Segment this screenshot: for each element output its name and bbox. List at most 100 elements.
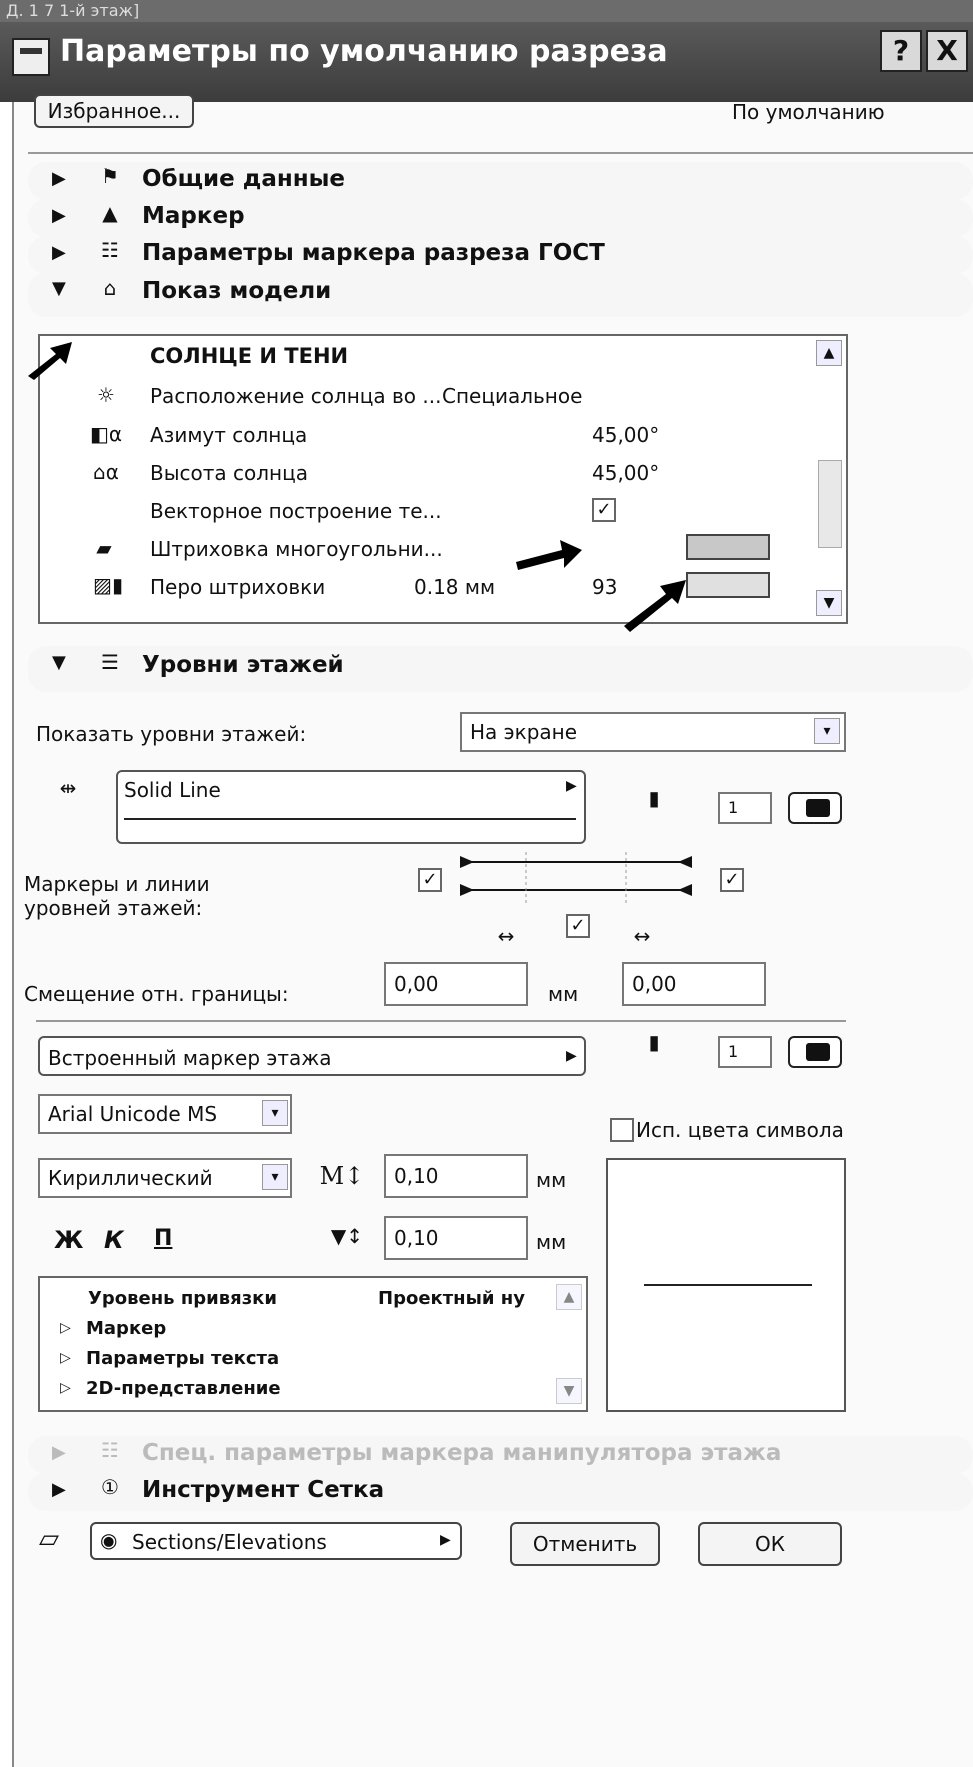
italic-button[interactable]: К — [104, 1226, 124, 1254]
expand-arrow-icon[interactable]: ▶ — [52, 242, 66, 263]
table-row-value: 0.18 мм — [414, 575, 496, 599]
right-extension-icon: ↔ — [633, 924, 651, 948]
font-select[interactable]: Arial Unicode MS — [38, 1094, 292, 1134]
scroll-up-button[interactable]: ▲ — [816, 340, 842, 366]
underline-button[interactable]: П — [154, 1226, 172, 1251]
section-model-label: Показ модели — [142, 278, 332, 304]
text-size-icon: M↕ — [319, 1162, 365, 1190]
offset-right-field[interactable]: 0,00 — [622, 962, 766, 1006]
cancel-button[interactable]: Отменить — [510, 1522, 660, 1566]
story-levels-icon: ☰ — [101, 650, 119, 674]
pen-number-field[interactable]: 1 — [718, 792, 772, 824]
gost-marker-icon: ☷ — [101, 238, 119, 262]
level-markers-preview-icon — [460, 852, 692, 906]
section-marker-label: Маркер — [142, 203, 245, 229]
right-marker-checkbox[interactable]: ✓ — [720, 868, 744, 892]
bold-button[interactable]: Ж — [54, 1226, 83, 1254]
fill-color-swatch[interactable] — [686, 534, 770, 560]
pen-number-field[interactable]: 1 — [718, 1036, 772, 1068]
scroll-up-button[interactable]: ▲ — [556, 1284, 582, 1310]
close-button[interactable]: X — [926, 30, 968, 72]
tree-item[interactable]: 2D-представление — [86, 1378, 281, 1399]
model-display-icon: ⌂ — [103, 276, 117, 300]
section-gost-label: Параметры маркера разреза ГОСТ — [142, 240, 605, 266]
pen-weight-button[interactable] — [788, 1036, 842, 1068]
show-levels-select[interactable]: На экране — [460, 712, 846, 752]
layer-value: Sections/Elevations — [132, 1530, 327, 1554]
script-select[interactable]: Кириллический — [38, 1158, 292, 1198]
divider — [36, 1020, 846, 1022]
collapse-arrow-icon[interactable]: ▼ — [52, 652, 66, 673]
scroll-thumb[interactable] — [818, 460, 842, 548]
show-levels-value: На экране — [470, 720, 578, 744]
fill-pen-icon: ▨▮ — [93, 573, 123, 597]
azimuth-icon: ◧α — [89, 422, 123, 446]
scroll-down-button[interactable]: ▼ — [556, 1378, 582, 1404]
table-row-value[interactable]: Специальное — [442, 384, 582, 408]
table-row-label: Азимут солнца — [150, 423, 308, 447]
pen-color-swatch[interactable] — [686, 572, 770, 598]
markers-lines-label-2: уровней этажей: — [24, 896, 203, 920]
table-row-label: Перо штриховки — [150, 575, 326, 599]
pointer-arrow-icon — [28, 342, 72, 380]
table-row-label: Расположение солнца во ... — [150, 384, 442, 408]
chevron-down-icon[interactable]: ▾ — [262, 1164, 288, 1190]
collapse-arrow-icon[interactable]: ▼ — [52, 278, 66, 299]
vector-shadow-checkbox[interactable]: ✓ — [592, 498, 616, 522]
tree-item[interactable]: Маркер — [86, 1318, 166, 1339]
tree-expand-icon[interactable]: ▷ — [60, 1380, 71, 1396]
tree-item[interactable]: Параметры текста — [86, 1348, 279, 1369]
table-row-value[interactable]: 45,00° — [592, 423, 659, 447]
pen-weight-button[interactable] — [788, 792, 842, 824]
table-row-label: Высота солнца — [150, 461, 308, 485]
chevron-right-icon: ▶ — [566, 778, 577, 794]
ok-button[interactable]: ОК — [698, 1522, 842, 1566]
table-row-value[interactable]: 45,00° — [592, 461, 659, 485]
preview-line — [644, 1284, 812, 1286]
use-symbol-colors-checkbox[interactable] — [610, 1118, 634, 1142]
offset-unit: мм — [548, 982, 579, 1006]
sun-icon: ☼ — [97, 383, 115, 407]
expand-arrow-icon[interactable]: ▶ — [52, 1442, 66, 1463]
pointer-arrow-icon — [516, 540, 582, 570]
background-window-strip: Д. 1 7 1-й этаж] — [0, 0, 973, 22]
pen-icon: ▮ — [648, 1030, 660, 1054]
tree-expand-icon[interactable]: ▷ — [60, 1320, 71, 1336]
chevron-down-icon[interactable]: ▾ — [262, 1100, 288, 1126]
dialog-title: Параметры по умолчанию разреза — [60, 34, 668, 69]
table-group-header: СОЛНЦЕ И ТЕНИ — [150, 344, 349, 368]
unit-label: мм — [536, 1230, 567, 1254]
pen-icon: ▮ — [648, 786, 660, 810]
line-preview — [124, 818, 576, 820]
favorites-button[interactable]: Избранное... — [34, 94, 194, 128]
polygon-fill-icon: ▰ — [96, 536, 112, 560]
left-extension-icon: ↔ — [497, 924, 515, 948]
marker-size-field[interactable]: 0,10 — [384, 1216, 528, 1260]
expand-arrow-icon[interactable]: ▶ — [52, 1479, 66, 1500]
eye-icon: ◉ — [100, 1528, 118, 1552]
pen-number[interactable]: 93 — [592, 575, 617, 599]
expand-arrow-icon[interactable]: ▶ — [52, 205, 66, 226]
line-type-value: Solid Line — [124, 778, 221, 802]
expand-arrow-icon[interactable]: ▶ — [52, 168, 66, 189]
offset-label: Смещение отн. границы: — [24, 982, 289, 1006]
grid-tool-icon: ① — [101, 1475, 119, 1499]
default-label: По умолчанию — [732, 100, 885, 124]
divider — [28, 152, 973, 154]
marker-size-icon: ▼↕ — [330, 1224, 364, 1248]
offset-left-field[interactable]: 0,00 — [384, 962, 528, 1006]
chevron-right-icon: ▶ — [440, 1532, 451, 1548]
tree-expand-icon[interactable]: ▷ — [60, 1350, 71, 1366]
layer-icon: ▱ — [39, 1524, 59, 1554]
text-size-field[interactable]: 0,10 — [384, 1154, 528, 1198]
pointer-arrow-icon — [624, 580, 686, 632]
scroll-down-button[interactable]: ▼ — [816, 590, 842, 616]
script-value: Кириллический — [48, 1166, 213, 1190]
chevron-down-icon[interactable]: ▾ — [814, 718, 840, 744]
tree-header-left: Уровень привязки — [88, 1288, 277, 1309]
font-value: Arial Unicode MS — [48, 1102, 218, 1126]
center-line-checkbox[interactable]: ✓ — [566, 914, 590, 938]
help-button[interactable]: ? — [880, 30, 922, 72]
left-marker-checkbox[interactable]: ✓ — [418, 868, 442, 892]
general-data-icon: ⚑ — [101, 164, 119, 188]
